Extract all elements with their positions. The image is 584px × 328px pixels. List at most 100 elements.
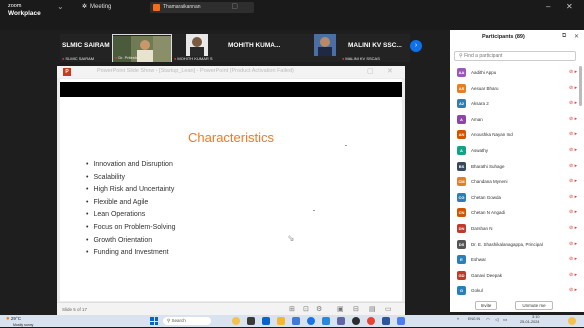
- clock-date: 25-01-2024: [520, 320, 540, 324]
- store-icon[interactable]: [292, 317, 300, 325]
- mouse-pointer-icon: ⇘: [287, 233, 295, 243]
- minimize-icon[interactable]: –: [546, 2, 550, 11]
- meeting-label: Meeting: [90, 4, 112, 10]
- participant-avatar: DN: [457, 223, 466, 233]
- battery-icon[interactable]: ▭: [503, 317, 507, 323]
- bullet-list: Innovation and Disruption Scalability Hi…: [86, 159, 176, 260]
- slide: Characteristics Innovation and Disruptio…: [60, 79, 402, 301]
- restore-icon[interactable]: ▢: [367, 67, 374, 75]
- close-icon[interactable]: ✕: [574, 33, 579, 40]
- mic-video-muted-icon: ⊘ ▸: [569, 84, 578, 91]
- stray-mark: [345, 145, 347, 146]
- bullet-item: Growth Orientation: [86, 235, 176, 248]
- participant-row[interactable]: CM Chandana Myneni ⊘ ▸: [450, 174, 584, 190]
- slide-counter: Slide 5 of 17: [62, 307, 88, 312]
- participant-row[interactable]: DS Dr. E. Shashikalanagappa, Principal ⊘ ▸: [450, 237, 584, 253]
- participant-avatar: CG: [457, 192, 466, 202]
- participant-row[interactable]: A Aman ⊘ ▸: [450, 112, 584, 128]
- participant-avatar: AN: [457, 130, 466, 140]
- participant-row[interactable]: CG Chetan Gowda ⊘ ▸: [450, 190, 584, 206]
- windows-start-icon[interactable]: [150, 317, 158, 325]
- mic-video-muted-icon: ⊘ ▸: [569, 69, 578, 75]
- zoom-app-icon[interactable]: [322, 317, 330, 325]
- participant-sub: ●MALINI KV SSCAS: [342, 56, 380, 61]
- weather-widget[interactable]: ● 29°C Mostly sunny: [6, 316, 33, 328]
- participant-row[interactable]: A2 Aksara 2 ⊘ ▸: [450, 96, 584, 112]
- participant-row[interactable]: A Aswathy ⊘ ▸: [450, 143, 584, 159]
- taskbar-search-label: Search: [171, 318, 186, 323]
- wifi-icon[interactable]: ◠: [486, 317, 490, 323]
- mic-video-muted-icon: ⊘ ▸: [569, 115, 578, 122]
- mic-video-muted-icon: ⊘ ▸: [569, 287, 578, 294]
- clock[interactable]: 3:10 25-01-2024: [520, 315, 539, 325]
- notifications-icon[interactable]: [568, 317, 576, 325]
- bullet-item: Flexible and Agile: [86, 197, 176, 210]
- ppt-title-bar: P PowerPoint Slide Show - [Startup_Lean]…: [57, 66, 405, 78]
- slide-sorter-icon[interactable]: ⊟: [353, 305, 359, 313]
- reading-view-icon[interactable]: ▤: [369, 305, 376, 313]
- zoom-logo: zoom Workplace: [8, 3, 41, 17]
- app-icon[interactable]: [367, 317, 375, 325]
- participant-row[interactable]: AS Aesuar Bharu ⊘ ▸: [450, 81, 584, 97]
- participant-row[interactable]: BS Bharathi Suhage ⊘ ▸: [450, 159, 584, 175]
- participant-row[interactable]: E Eshwar ⊘ ▸: [450, 252, 584, 268]
- participant-avatar: BS: [457, 161, 466, 171]
- participant-row[interactable]: CN Chetan N Angadi ⊘ ▸: [450, 205, 584, 221]
- share-label: Thamaraikannan: [163, 4, 201, 10]
- mic-video-muted-icon: ⊘ ▸: [569, 256, 578, 263]
- brand-line2: Workplace: [8, 10, 41, 17]
- participant-name: Aadithi Appu: [471, 70, 497, 75]
- bullet-item: High Risk and Uncertainty: [86, 184, 176, 197]
- participant-avatar: A: [457, 145, 466, 155]
- edge-icon[interactable]: [262, 317, 270, 325]
- participant-row[interactable]: AN Anoushka Nayan Ind ⊘ ▸: [450, 127, 584, 143]
- video-tile[interactable]: MOHITH KUMA... ●MOHITH KUMAR S: [172, 34, 294, 62]
- settings-icon[interactable]: ⚙: [316, 305, 322, 313]
- file-explorer-icon[interactable]: [277, 317, 285, 325]
- comments-icon[interactable]: ⊡: [303, 305, 309, 313]
- tray-chevron-icon[interactable]: ^: [457, 317, 459, 322]
- copilot-icon[interactable]: [232, 317, 240, 325]
- participant-row[interactable]: DN Darshan N ⊘ ▸: [450, 221, 584, 237]
- participant-row[interactable]: AA Aadithi Appu ⊘ ▸: [450, 65, 584, 81]
- meeting-menu[interactable]: ✲ Meeting: [82, 3, 111, 10]
- sharing-indicator[interactable]: Thamaraikannan ▢: [150, 2, 254, 13]
- chevron-down-icon[interactable]: ⌄: [57, 2, 64, 11]
- close-icon[interactable]: ✕: [387, 67, 393, 75]
- speaker-icon[interactable]: ◁: [495, 317, 498, 323]
- popout-icon[interactable]: ⧉: [562, 33, 566, 40]
- participant-name: MOHITH KUMA...: [228, 42, 281, 49]
- participant-avatar: GD: [457, 270, 466, 280]
- participant-avatar: CM: [457, 177, 466, 187]
- mic-video-muted-icon: ⊘ ▸: [569, 162, 578, 169]
- language-indicator[interactable]: ENG IN: [468, 317, 480, 321]
- close-icon[interactable]: ✕: [566, 2, 573, 11]
- ppt-window-title: PowerPoint Slide Show - [Startup_Lean] -…: [97, 68, 294, 74]
- invite-button[interactable]: Invite: [475, 301, 497, 310]
- slideshow-icon[interactable]: ▭: [385, 305, 392, 313]
- task-view-icon[interactable]: [247, 317, 255, 325]
- notes-icon[interactable]: ⊞: [289, 305, 295, 313]
- participant-avatar: E: [457, 255, 466, 265]
- bullet-item: Scalability: [86, 172, 176, 185]
- powerpoint-icon: P: [63, 68, 71, 76]
- participant-row[interactable]: G Gokul ⊘ ▸: [450, 283, 584, 299]
- slide-header-bar: [60, 82, 402, 97]
- next-page-icon[interactable]: ›: [410, 40, 422, 52]
- participant-search-input[interactable]: ⚲ Find a participant: [454, 51, 576, 61]
- teams-icon[interactable]: [337, 317, 345, 325]
- video-tile[interactable]: SLMIC SAIRAM ●SLMIC SAIRAM: [60, 34, 112, 62]
- participant-name: Dr. E. Shashikalanagappa, Principal: [471, 241, 543, 247]
- chrome-icon[interactable]: [307, 317, 315, 325]
- mic-video-muted-icon: ⊘ ▸: [569, 271, 578, 278]
- participant-row[interactable]: GD Ganavi Deepak ⊘ ▸: [450, 268, 584, 284]
- word-icon[interactable]: [382, 317, 390, 325]
- app-icon[interactable]: [397, 317, 405, 325]
- app-icon[interactable]: [352, 317, 360, 325]
- participant-sub: ●SLMIC SAIRAM: [62, 56, 95, 61]
- unmute-me-button[interactable]: Unmute me: [515, 301, 553, 310]
- normal-view-icon[interactable]: ▣: [337, 305, 344, 313]
- video-tile[interactable]: MALINI KV SSC... ●MALINI KV SSCAS: [294, 34, 410, 62]
- taskbar-search[interactable]: ⚲ Search: [163, 317, 211, 325]
- video-tile-active[interactable]: ●Dr. Pritesh...: [112, 34, 172, 62]
